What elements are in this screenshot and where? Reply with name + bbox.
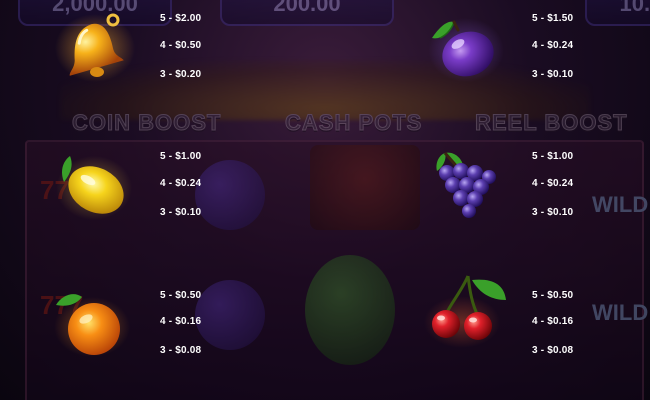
background-wild-symbol: WILD — [592, 300, 649, 325]
lemon-payout-4: 4 - $0.24 — [160, 178, 202, 189]
bell-payout-3: 3 - $0.20 — [160, 69, 202, 80]
background-plum-symbol — [195, 280, 265, 350]
bell-payout-5: 5 - $2.00 — [160, 13, 202, 24]
background-feature-reel-boost: REEL BOOST — [475, 110, 628, 136]
grapes-payout-3: 3 - $0.10 — [532, 207, 574, 218]
cherries-payout-3: 3 - $0.08 — [532, 345, 574, 356]
lemon-payout-5: 5 - $1.00 — [160, 151, 202, 162]
grapes-payout-5: 5 - $1.00 — [532, 151, 574, 162]
bell-payout-4: 4 - $0.50 — [160, 40, 202, 51]
orange-icon — [54, 294, 130, 357]
lemon-payout-3: 3 - $0.10 — [160, 207, 202, 218]
paytable-screen: 2,000.00 200.00 10.00 COIN BOOST CASH PO… — [0, 0, 650, 400]
background-feature-coin-boost: COIN BOOST — [71, 110, 222, 136]
lemon-icon — [56, 156, 132, 220]
background-jackpot-value: 200.00 — [273, 0, 341, 16]
plum-icon — [428, 18, 504, 82]
cherries-payout-4: 4 - $0.16 — [532, 316, 574, 327]
grapes-icon — [436, 152, 496, 218]
background-jackpot-minor: 200.00 — [220, 0, 394, 26]
background-jackpot-mini: 10.00 — [585, 0, 650, 26]
plum-payout-4: 4 - $0.24 — [532, 40, 574, 51]
background-plum-symbol — [195, 160, 265, 230]
plum-payout-3: 3 - $0.10 — [532, 69, 574, 80]
background-crown-symbol — [310, 145, 420, 230]
orange-payout-5: 5 - $0.50 — [160, 290, 202, 301]
grape-bunch — [439, 163, 496, 218]
background-jackpot-value: 10.00 — [619, 0, 650, 16]
background-watermelon-symbol — [305, 255, 395, 365]
background-feature-cash-pots: CASH POTS — [284, 110, 423, 136]
cherries-payout-5: 5 - $0.50 — [532, 290, 574, 301]
background-wild-symbol: WILD — [592, 192, 649, 217]
plum-payout-5: 5 - $1.50 — [532, 13, 574, 24]
orange-payout-4: 4 - $0.16 — [160, 316, 202, 327]
bell-icon — [55, 13, 135, 82]
grapes-payout-4: 4 - $0.24 — [532, 178, 574, 189]
orange-payout-3: 3 - $0.08 — [160, 345, 202, 356]
cherries-icon — [424, 275, 506, 348]
